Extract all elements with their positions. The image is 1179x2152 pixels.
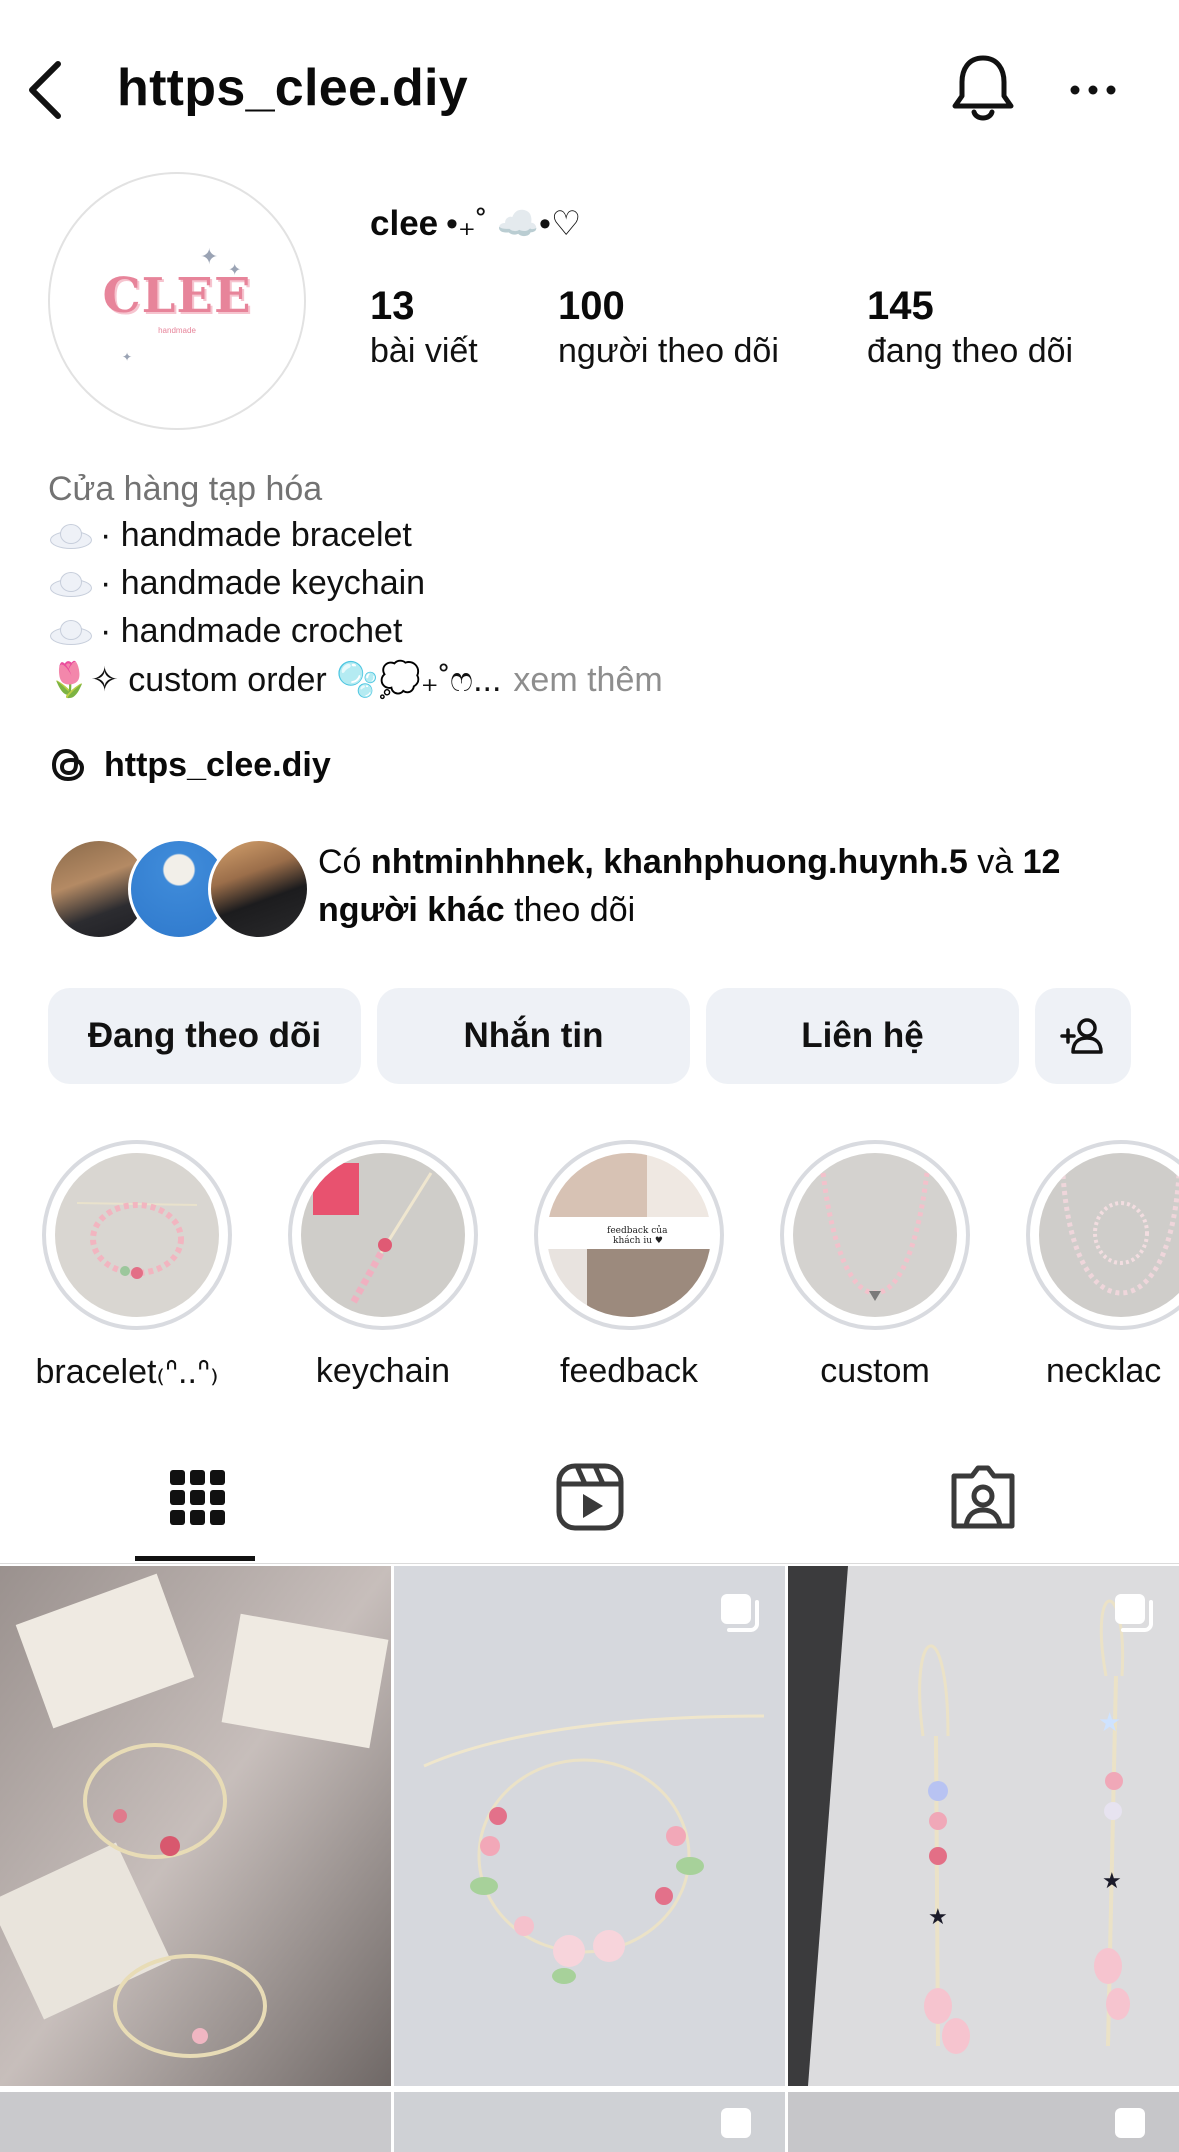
highlight-label: custom xyxy=(820,1352,930,1390)
threads-link[interactable]: https_clee.diy xyxy=(48,744,331,786)
highlight-cover xyxy=(301,1153,465,1317)
post-thumbnail[interactable] xyxy=(788,2092,1179,2152)
see-more-link[interactable]: xem thêm xyxy=(513,661,662,700)
message-button[interactable]: Nhắn tin xyxy=(377,988,690,1084)
bio-line: · handmade bracelet xyxy=(48,516,412,555)
sparkle-icon: ✦ xyxy=(122,350,133,364)
highlight-cover: feedback của khách iu ♥ xyxy=(547,1153,711,1317)
stat-value: 100 xyxy=(558,284,625,328)
following-button[interactable]: Đang theo dõi xyxy=(48,988,361,1084)
reels-icon[interactable] xyxy=(555,1462,625,1532)
bio-line: 🌷✧ custom order 🫧💭₊˚ෆ... xem thêm xyxy=(48,660,663,700)
grid-icon[interactable] xyxy=(162,1462,232,1532)
mutual-followers-text[interactable]: Có nhtminhhnek, khanhphuong.huynh.5 và 1… xyxy=(318,838,1138,934)
stat-value: 145 xyxy=(867,284,934,328)
mutual-followers-avatars[interactable] xyxy=(48,838,310,940)
cloud-icon xyxy=(48,523,92,549)
bio-line-text: · handmade bracelet xyxy=(100,516,412,554)
tab-divider xyxy=(0,1563,1179,1564)
sparkle-icon: ✦ xyxy=(228,262,242,279)
svg-text:khách iu ♥: khách iu ♥ xyxy=(613,1235,663,1246)
highlight-label: bracelet₍ᐢ..ᐢ₎ xyxy=(35,1353,219,1391)
stat-value: 13 xyxy=(370,284,415,328)
stat-following[interactable]: 145 đang theo dõi xyxy=(867,284,1073,374)
bio-line-text: 🌷✧ custom order 🫧💭₊˚ෆ... xyxy=(48,661,502,699)
svg-text:★: ★ xyxy=(928,1904,948,1929)
mutual-prefix: Có xyxy=(318,843,362,881)
active-tab-indicator xyxy=(135,1556,255,1561)
highlight-cover xyxy=(1039,1153,1179,1317)
threads-icon xyxy=(51,748,85,782)
suggest-users-button[interactable] xyxy=(1035,988,1131,1084)
multiple-images-icon xyxy=(1115,2108,1145,2138)
contact-button[interactable]: Liên hệ xyxy=(706,988,1019,1084)
mutual-and: và xyxy=(977,843,1014,881)
highlight-ring xyxy=(1026,1140,1179,1330)
post-thumbnail[interactable] xyxy=(0,1566,391,2086)
svg-text:★: ★ xyxy=(1098,1707,1121,1737)
highlight-feedback[interactable]: feedback của khách iu ♥ feedback xyxy=(534,1140,724,1391)
bio-line: · handmade keychain xyxy=(48,564,425,603)
bio-line-text: · handmade crochet xyxy=(100,612,403,650)
more-options-icon[interactable] xyxy=(1068,74,1118,106)
post-thumbnail[interactable] xyxy=(0,2092,391,2152)
stat-label: bài viết xyxy=(370,332,478,370)
post-thumbnail[interactable]: ★ ★ ★ xyxy=(788,1566,1179,2086)
stat-label: người theo dõi xyxy=(558,332,779,370)
cloud-icon xyxy=(48,571,92,597)
highlight-bracelet[interactable]: bracelet₍ᐢ..ᐢ₎ xyxy=(35,1140,232,1392)
mutual-names: nhtminhhnek, khanhphuong.huynh.5 xyxy=(370,843,968,881)
highlight-label: necklac xyxy=(1046,1352,1162,1390)
svg-text:feedback của: feedback của xyxy=(607,1225,668,1236)
post-thumbnail[interactable] xyxy=(394,2092,785,2152)
add-user-icon xyxy=(1060,1018,1103,1054)
cloud-icon xyxy=(48,619,92,645)
highlight-custom[interactable]: custom xyxy=(780,1140,970,1391)
mutual-suffix: theo dõi xyxy=(514,891,636,929)
multiple-images-icon xyxy=(721,2108,751,2138)
highlight-label: keychain xyxy=(315,1352,451,1390)
bell-icon[interactable] xyxy=(950,52,1016,124)
multiple-images-icon xyxy=(721,1594,759,1632)
bio-line: · handmade crochet xyxy=(48,612,402,651)
highlight-ring xyxy=(780,1140,970,1330)
stat-posts[interactable]: 13 bài viết xyxy=(370,284,478,374)
highlight-cover xyxy=(793,1153,957,1317)
highlight-ring xyxy=(288,1140,478,1330)
sparkle-icon: ✦ xyxy=(200,244,219,269)
highlight-ring xyxy=(42,1140,232,1330)
post-thumbnail[interactable] xyxy=(394,1566,785,2086)
svg-text:★: ★ xyxy=(1102,1868,1122,1893)
profile-avatar[interactable]: ✦ ✦ ✦ CLEE handmade xyxy=(48,172,306,430)
display-name: clee xyxy=(370,204,439,243)
stat-label: đang theo dõi xyxy=(867,332,1074,370)
multiple-images-icon xyxy=(1115,1594,1153,1632)
highlight-ring: feedback của khách iu ♥ xyxy=(534,1140,724,1330)
back-chevron-icon[interactable] xyxy=(22,58,70,122)
display-name-decoration: •₊˚ ☁️•♡ xyxy=(446,205,582,243)
avatar-tagline: handmade xyxy=(158,325,196,335)
bio-line-text: · handmade keychain xyxy=(100,564,426,602)
profile-username-title: https_clee.diy xyxy=(117,59,468,117)
stat-followers[interactable]: 100 người theo dõi xyxy=(558,284,779,374)
highlight-cover xyxy=(55,1153,219,1317)
highlight-keychain[interactable]: keychain xyxy=(288,1140,478,1391)
profile-category: Cửa hàng tạp hóa xyxy=(48,470,323,508)
avatar xyxy=(208,838,310,940)
threads-handle: https_clee.diy xyxy=(104,745,331,784)
highlight-necklace[interactable]: necklac xyxy=(1026,1140,1179,1391)
tagged-icon[interactable] xyxy=(948,1462,1018,1532)
highlight-label: feedback xyxy=(560,1352,698,1390)
